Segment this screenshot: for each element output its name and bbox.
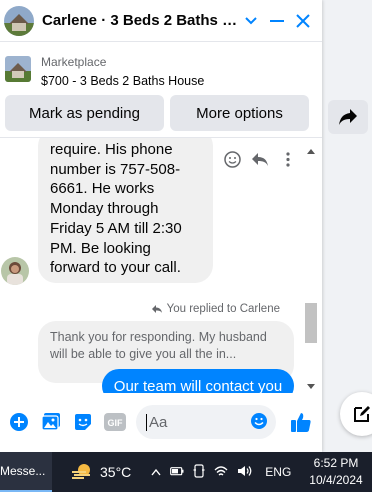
react-emoji-icon[interactable] [222,149,242,169]
photo-icon [41,413,60,431]
conversation-title[interactable]: Carlene · 3 Beds 2 Baths H... [42,12,238,29]
background-page [322,0,372,452]
gif-label: GIF [108,418,124,428]
reply-icon[interactable] [250,149,270,169]
add-more-button[interactable] [6,409,32,435]
temperature-label: 35°C [100,464,132,480]
message-line: Friday 5 AM till 2:30 [50,219,182,237]
message-line: require. His phone [50,141,173,158]
minimize-button[interactable] [264,7,290,35]
incoming-message[interactable]: require. His phone number is 757-508- 66… [38,138,213,283]
clock-date: 10/4/2024 [309,473,363,487]
sticker-button[interactable] [70,409,96,435]
options-chevron-icon[interactable] [238,7,264,35]
more-options-button[interactable]: More options [170,95,309,131]
weather-haze-icon [72,464,90,479]
message-line: 6661. He works [50,180,155,198]
scrollbar-thumb[interactable] [305,303,317,343]
phone-link-icon[interactable] [193,463,205,481]
share-arrow-icon [339,109,357,125]
language-indicator[interactable]: ENG [265,465,291,479]
text-caret [146,414,147,431]
share-button[interactable] [328,100,368,134]
close-button[interactable] [290,7,316,35]
close-icon [296,13,310,28]
gif-button[interactable]: GIF [102,409,128,435]
marketplace-listing[interactable]: Marketplace $700 - 3 Beds 2 Baths House [0,48,322,90]
listing-actions: Mark as pending More options [5,95,309,131]
outgoing-message[interactable]: Our team will contact you [102,369,294,393]
mark-as-pending-button[interactable]: Mark as pending [5,95,164,131]
wifi-icon[interactable] [214,465,228,480]
show-hidden-icons-icon[interactable] [151,465,161,479]
gif-icon: GIF [104,413,126,431]
clock[interactable]: 6:52 PM 10/4/2024 [309,455,362,489]
reply-arrow-icon [151,305,162,313]
attach-photo-button[interactable] [38,409,64,435]
replied-label: You replied to Carlene [166,303,280,315]
battery-icon[interactable] [170,465,184,479]
like-button[interactable] [288,409,314,435]
sticker-icon [75,414,91,430]
chat-window: Carlene · 3 Beds 2 Baths H... Marketplac… [0,0,322,452]
weather-widget[interactable]: 35°C [70,462,131,482]
scroll-down-arrow-icon[interactable] [307,384,315,389]
contact-avatar[interactable] [4,5,34,36]
plus-circle-icon [10,413,28,431]
thumbs-up-icon [291,413,311,432]
message-line: PM. Be looking [50,239,151,257]
message-composer: GIF Aa [0,402,322,442]
chat-header: Carlene · 3 Beds 2 Baths H... [0,0,322,42]
clock-time: 6:52 PM [313,456,359,470]
thread-scrollbar[interactable] [304,147,318,393]
scroll-up-arrow-icon[interactable] [307,149,315,154]
replied-indicator: You replied to Carlene [151,303,280,315]
message-line: Monday through [50,200,159,218]
sender-avatar[interactable] [1,257,29,285]
more-vertical-icon[interactable] [278,149,298,169]
message-line: number is 757-508- [50,160,181,178]
windows-taskbar: Messe... 35°C ENG 6:52 PM 10/4/2024 [0,452,372,492]
compose-icon [354,406,370,422]
volume-icon[interactable] [237,465,253,480]
listing-source: Marketplace [41,55,107,69]
listing-name: $700 - 3 Beds 2 Baths House [41,74,205,88]
message-thread[interactable]: require. His phone number is 757-508- 66… [0,137,322,393]
message-actions [222,149,298,169]
message-line: forward to your call. [50,259,181,277]
system-tray [151,463,253,481]
emoji-icon[interactable] [250,412,268,434]
listing-thumbnail [5,56,31,82]
taskbar-app-messenger[interactable]: Messe... [0,452,52,492]
new-message-button[interactable] [340,392,372,436]
message-placeholder: Aa [149,413,168,431]
minimize-icon [270,19,284,22]
message-input[interactable]: Aa [136,405,276,439]
